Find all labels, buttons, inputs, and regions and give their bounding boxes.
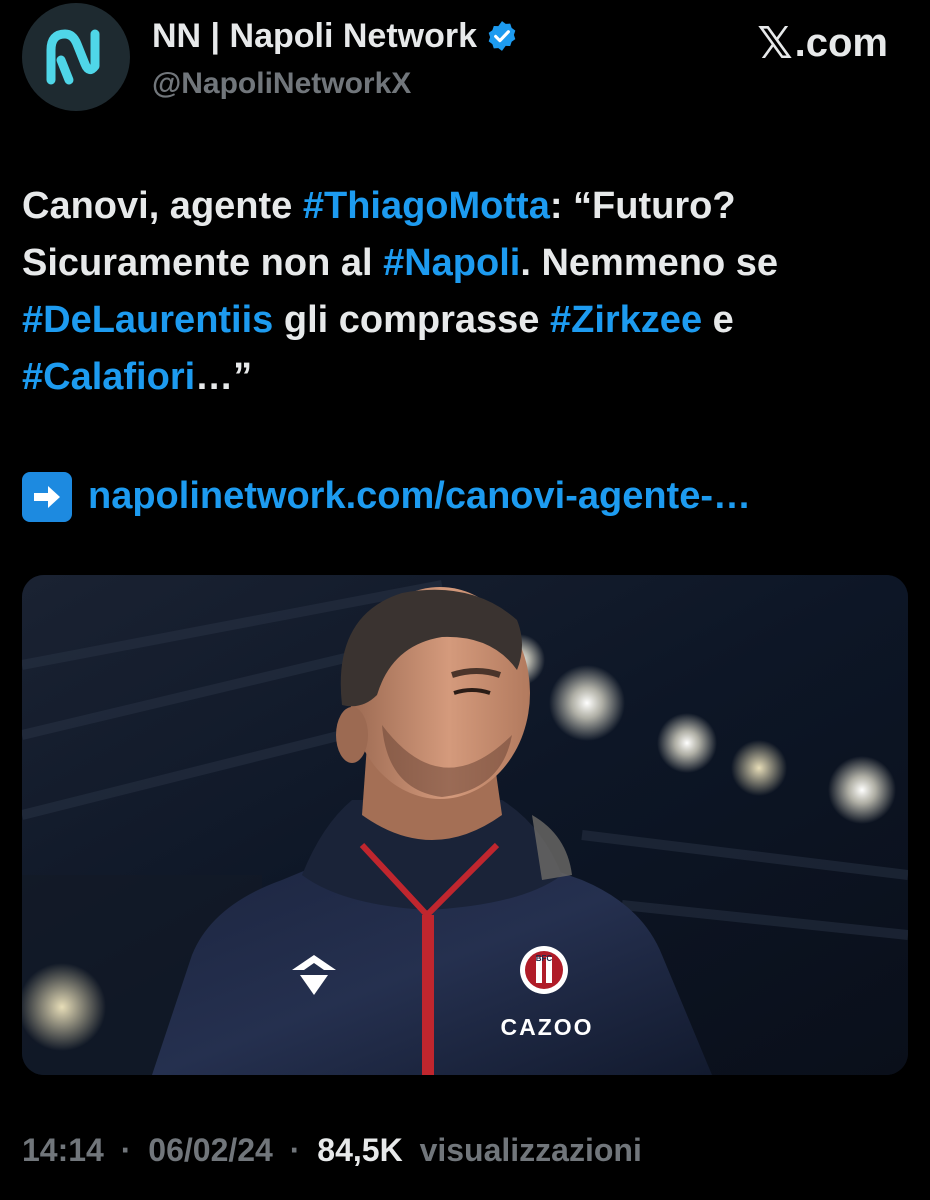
meta-separator: · [289, 1132, 301, 1168]
tweet-meta: 14:14 · 06/02/24 · 84,5K visualizzazioni [22, 1128, 642, 1172]
tweet-photo[interactable]: BFC CAZOO [22, 575, 908, 1075]
verified-badge-icon [488, 21, 516, 51]
hashtag-link[interactable]: #ThiagoMotta [303, 185, 550, 227]
tweet-text-segment: gli comprasse [273, 299, 550, 341]
author-block[interactable]: NN | Napoli Network @NapoliNetworkX [152, 14, 519, 104]
author-name-row: NN | Napoli Network [152, 14, 519, 58]
tweet-time[interactable]: 14:14 [22, 1132, 104, 1168]
brand-label: .com [794, 21, 888, 65]
brand-link[interactable]: 𝕏 .com [757, 18, 888, 69]
tweet-text-segment: …” [195, 356, 253, 398]
right-arrow-emoji-icon [22, 471, 72, 522]
tweet: NN | Napoli Network @NapoliNetworkX 𝕏 .c… [0, 0, 930, 1200]
tweet-date[interactable]: 06/02/24 [148, 1132, 273, 1168]
tweet-link-row: napolinetwork.com/canovi-agente-… [22, 468, 751, 525]
hashtag-link[interactable]: #DeLaurentiis [22, 299, 273, 341]
tweet-text-segment: e [702, 299, 734, 341]
avatar[interactable] [22, 3, 130, 111]
author-display-name: NN | Napoli Network [152, 17, 477, 55]
tweet-link[interactable]: napolinetwork.com/canovi-agente-… [88, 468, 751, 525]
photo-icon: BFC CAZOO [22, 575, 908, 1075]
tweet-text-segment: Canovi, agente [22, 185, 303, 227]
author-handle: @NapoliNetworkX [152, 67, 412, 100]
hashtag-link[interactable]: #Zirkzee [550, 299, 702, 341]
crest-text: BFC [536, 954, 553, 963]
views-count: 84,5K [317, 1132, 403, 1168]
tweet-text: Canovi, agente #ThiagoMotta: “Futuro? Si… [22, 178, 902, 406]
meta-separator: · [120, 1132, 132, 1168]
hashtag-link[interactable]: #Calafiori [22, 356, 195, 398]
tweet-text-segment: . Nemmeno se [520, 242, 778, 284]
views-label: visualizzazioni [419, 1132, 642, 1168]
sponsor-text: CAZOO [500, 1014, 593, 1040]
napoli-network-logo-icon [46, 29, 100, 85]
x-logo-icon: 𝕏 [757, 18, 793, 69]
hashtag-link[interactable]: #Napoli [383, 242, 520, 284]
